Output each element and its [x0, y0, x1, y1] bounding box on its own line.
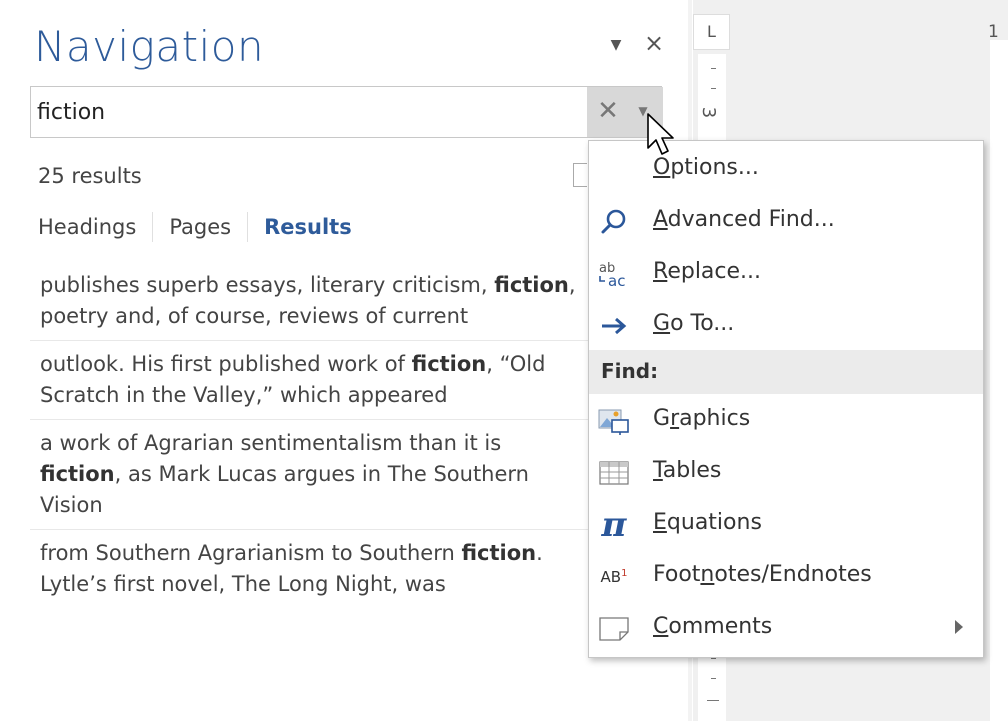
search-box: ✕ ▼: [30, 86, 663, 138]
nav-tabs: Headings Pages Results: [38, 210, 368, 244]
table-icon: [597, 456, 631, 490]
ruler-tick: [707, 700, 719, 701]
access-key: E: [653, 510, 667, 535]
arrow-right-icon: [597, 309, 631, 343]
chevron-down-icon: ▼: [610, 37, 622, 53]
menu-item-label: aphics: [679, 406, 751, 431]
menu-item-equations[interactable]: π Equations: [589, 500, 983, 550]
tab-divider: [247, 212, 249, 242]
pane-title: Navigation: [34, 22, 265, 71]
result-highlight: fiction: [411, 352, 487, 376]
menu-item-go-to[interactable]: Go To...: [589, 301, 983, 351]
menu-item-label: Foot: [653, 562, 701, 587]
access-key: A: [653, 207, 668, 232]
menu-item-label: quations: [666, 510, 762, 535]
access-key: T: [653, 458, 663, 483]
replace-icon: ab ac: [597, 257, 631, 291]
tab-results[interactable]: Results: [264, 215, 368, 239]
tab-selector-button[interactable]: L: [693, 14, 730, 50]
pi-icon: π: [601, 505, 627, 545]
menu-item-label: dvanced Find...: [667, 207, 835, 232]
result-highlight: fiction: [40, 462, 115, 486]
access-key: R: [653, 259, 668, 284]
results-list: publishes superb essays, literary critic…: [30, 262, 588, 608]
result-highlight: fiction: [461, 541, 537, 565]
access-key: C: [653, 614, 669, 639]
section-header-label: Find:: [601, 359, 659, 383]
ruler-tick: [711, 678, 716, 679]
menu-item-label: ables: [662, 458, 722, 483]
menu-item-comments[interactable]: Comments: [589, 604, 983, 654]
mouse-cursor-icon: [647, 113, 674, 155]
tab-divider: [152, 212, 154, 242]
access-key: G: [653, 311, 671, 336]
navigation-pane: Navigation ▼ × ✕ ▼ 25 results Headings P…: [0, 0, 688, 721]
menu-item-replace[interactable]: ab ac Replace...: [589, 249, 983, 299]
menu-item-footnotes[interactable]: AB1 Footnotes/Endnotes: [589, 552, 983, 602]
result-text-before: publishes superb essays, literary critic…: [40, 273, 488, 297]
pane-options-button[interactable]: ▼: [606, 35, 626, 55]
horizontal-ruler-number: 1: [988, 22, 999, 42]
menu-item-label: o To...: [670, 311, 735, 336]
document-page[interactable]: [990, 40, 1008, 721]
ruler-tick: [711, 68, 716, 69]
menu-item-label: omments: [668, 614, 773, 639]
results-count: 25 results: [38, 164, 142, 188]
previous-result-button[interactable]: [573, 163, 587, 187]
menu-item-tables[interactable]: Tables: [589, 448, 983, 498]
comment-icon: [597, 612, 631, 646]
search-icon: [597, 205, 631, 239]
submenu-arrow-icon: [955, 620, 963, 634]
graphics-icon: [597, 404, 631, 438]
access-key: r: [670, 406, 680, 431]
close-pane-button[interactable]: ×: [642, 30, 666, 56]
search-options-menu: Options... Advanced Find... ab ac Replace…: [588, 140, 984, 658]
menu-item-label: otes/Endnotes: [714, 562, 872, 587]
result-text-before: from Southern Agrarianism to Southern: [40, 541, 455, 565]
result-text-before: outlook. His first published work of: [40, 352, 405, 376]
menu-item-label: G: [653, 406, 671, 431]
ruler-tick: [711, 658, 716, 659]
svg-text:ac: ac: [608, 272, 625, 289]
menu-item-label: eplace...: [667, 259, 762, 284]
find-section-header: Find:: [589, 350, 983, 394]
access-key: n: [700, 562, 715, 587]
ruler-number: 3: [698, 106, 720, 119]
tab-pages[interactable]: Pages: [169, 215, 247, 239]
list-item[interactable]: publishes superb essays, literary critic…: [30, 262, 588, 341]
result-text-before: a work of Agrarian sentimentalism than i…: [40, 431, 502, 455]
list-item[interactable]: outlook. His first published work of fic…: [30, 341, 588, 420]
menu-item-label: ptions...: [670, 155, 759, 180]
list-item[interactable]: from Southern Agrarianism to Southern fi…: [30, 530, 588, 608]
left-tab-icon: L: [707, 22, 716, 41]
menu-item-advanced-find[interactable]: Advanced Find...: [589, 197, 983, 247]
footnote-icon: AB1: [600, 568, 628, 586]
tab-headings[interactable]: Headings: [38, 215, 152, 239]
close-icon: ✕: [597, 96, 619, 126]
close-icon: ×: [643, 29, 665, 57]
list-item[interactable]: a work of Agrarian sentimentalism than i…: [30, 420, 588, 530]
result-highlight: fiction: [494, 273, 569, 297]
menu-item-graphics[interactable]: Graphics: [589, 396, 983, 446]
clear-search-button[interactable]: ✕: [593, 93, 623, 129]
ruler-tick: [711, 88, 716, 89]
search-input[interactable]: [37, 95, 577, 129]
